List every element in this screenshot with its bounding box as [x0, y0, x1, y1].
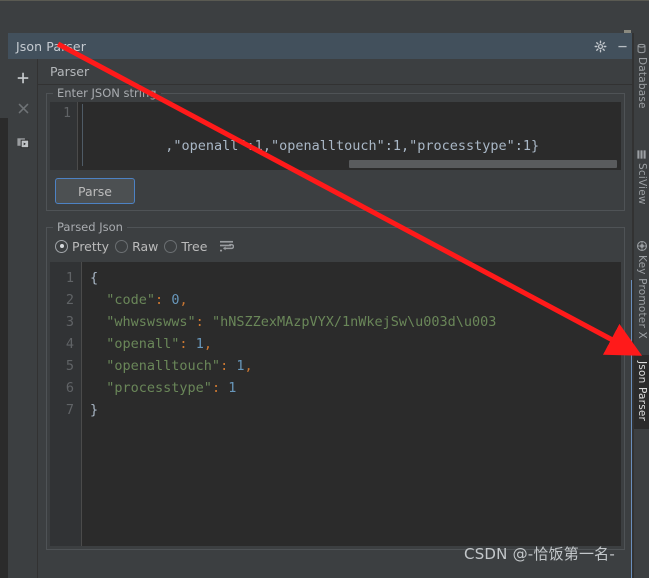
- ide-tool-window-json-parser: Json Parser Parser Enter JSON string 1 ,…: [0, 0, 649, 578]
- radio-pretty-dot: [55, 239, 68, 253]
- radio-tree-label: Tree: [181, 238, 208, 254]
- close-icon[interactable]: [8, 93, 38, 123]
- radio-tree[interactable]: Tree: [164, 239, 207, 254]
- output-line-numbers: 1 2 3 4 5 6 7: [50, 262, 82, 546]
- tool-window-title: Json Parser: [16, 38, 86, 54]
- caret: [82, 104, 83, 166]
- sciview-icon: [636, 145, 648, 159]
- tab-bar: Parser: [38, 59, 633, 85]
- copy-icon[interactable]: [8, 127, 38, 157]
- left-edge-highlight: [0, 33, 8, 118]
- add-button[interactable]: [8, 63, 38, 93]
- parsed-json-legend: Parsed Json: [53, 220, 127, 234]
- radio-pretty[interactable]: Pretty: [55, 239, 109, 254]
- tab-parser[interactable]: Parser: [38, 64, 99, 79]
- code-line: "processtype": 1: [106, 380, 237, 396]
- code-line: }: [90, 402, 99, 418]
- tool-window-left-toolbar: [8, 59, 38, 578]
- right-rail-item-sciview[interactable]: SciView: [634, 161, 649, 219]
- radio-tree-dot: [164, 239, 178, 253]
- parse-button[interactable]: Parse: [55, 178, 135, 204]
- watermark: CSDN @-恰饭第一名-: [464, 545, 615, 563]
- code-line: "whwswswws": "hNSZZexMAzpVYX/1nWkejSw\u0…: [106, 314, 497, 330]
- left-edge-strip: [0, 33, 8, 578]
- tool-window-content: Parser Enter JSON string 1 ,"openall":1,…: [38, 59, 633, 578]
- editor-area-above: [0, 0, 649, 33]
- code-line: "code": 0,: [106, 292, 188, 308]
- wrap-text-icon[interactable]: [219, 240, 235, 253]
- json-input-editor[interactable]: 1 ,"openall":1,"openalltouch":1,"process…: [50, 102, 621, 170]
- code-line: "openall": 1,: [106, 336, 212, 352]
- code-line: {: [90, 270, 99, 286]
- radio-raw-dot: [115, 239, 129, 253]
- parsed-json-group: Parsed Json Pretty Raw Tree 1 2 3 4 5 6 …: [46, 220, 625, 550]
- json-input-value: ,"openall":1,"openalltouch":1,"processty…: [165, 138, 540, 154]
- input-scroll-thumb[interactable]: [349, 160, 617, 168]
- gear-icon[interactable]: [589, 33, 611, 59]
- parsed-json-text[interactable]: { "code": 0, "whwswswws": "hNSZZexMAzpVY…: [82, 262, 621, 546]
- minimize-icon[interactable]: [611, 33, 633, 59]
- right-rail-item-json-parser[interactable]: Json Parser: [634, 355, 649, 429]
- enter-json-string-legend: Enter JSON string: [53, 86, 161, 100]
- input-horizontal-scrollbar[interactable]: [80, 160, 619, 168]
- radio-raw[interactable]: Raw: [115, 239, 158, 254]
- tool-window-title-bar[interactable]: Json Parser: [8, 33, 633, 59]
- tool-window-resize-divider[interactable]: [631, 280, 632, 578]
- code-line: "openalltouch": 1,: [106, 358, 253, 374]
- input-line-numbers: 1: [50, 102, 78, 170]
- database-icon: [636, 39, 648, 54]
- right-tool-window-bar: Database SciView Key Promoter X Json Par…: [633, 33, 649, 578]
- right-rail-item-key-promoter-x[interactable]: Key Promoter X: [634, 253, 649, 343]
- key-promoter-icon: [636, 237, 648, 252]
- radio-pretty-label: Pretty: [72, 238, 110, 254]
- enter-json-string-group: Enter JSON string 1 ,"openall":1,"openal…: [46, 86, 625, 211]
- right-rail-item-database[interactable]: Database: [634, 55, 649, 119]
- radio-raw-label: Raw: [132, 238, 159, 254]
- view-mode-radio-group: Pretty Raw Tree: [55, 236, 235, 256]
- parsed-json-editor[interactable]: 1 2 3 4 5 6 7 { "code": 0, "whwswswws": …: [50, 262, 621, 546]
